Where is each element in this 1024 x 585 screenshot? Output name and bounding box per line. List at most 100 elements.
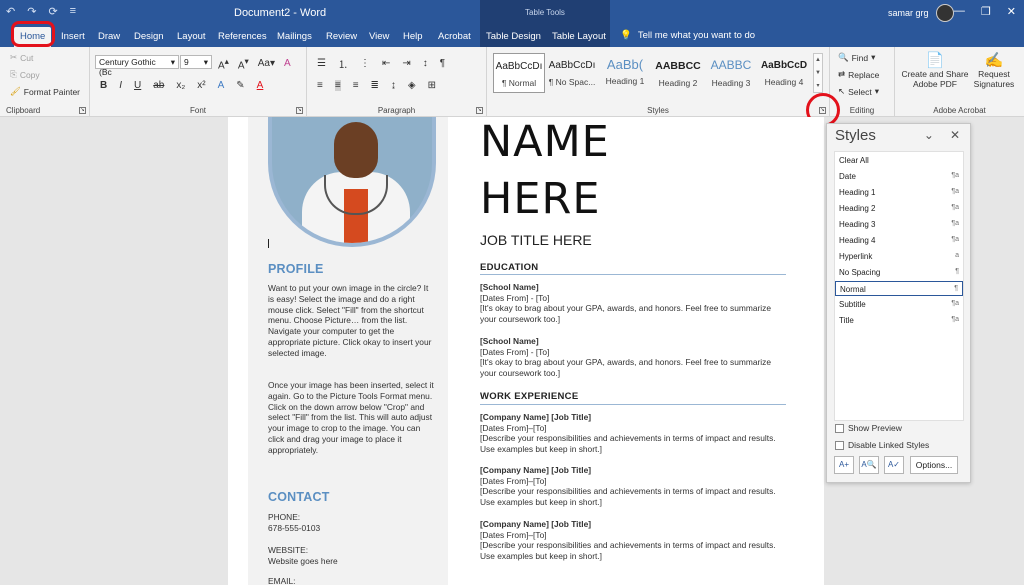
font-color-icon[interactable]: A	[257, 80, 264, 91]
options-button[interactable]: Options...	[910, 456, 958, 474]
underline-icon[interactable]: U	[134, 80, 141, 91]
tell-me-search[interactable]: 💡 Tell me what you want to do	[620, 30, 755, 41]
tab-table-layout[interactable]: Table Layout	[552, 31, 606, 42]
shrink-font-icon[interactable]: A▾	[238, 56, 249, 71]
align-left-icon[interactable]: ≡	[317, 80, 323, 91]
style-normal[interactable]: AaBbCcDı ¶ Normal	[493, 53, 545, 93]
work-experience-heading[interactable]: WORK EXPERIENCE	[480, 391, 578, 402]
redo-icon[interactable]: ↷	[27, 5, 36, 18]
style-list-item-title[interactable]: Title ¶a	[835, 313, 963, 328]
phone-label[interactable]: PHONE:	[268, 512, 300, 523]
user-name[interactable]: samar grg	[888, 8, 929, 18]
new-style-button[interactable]: A+	[834, 456, 854, 474]
contact-heading[interactable]: CONTACT	[268, 490, 330, 504]
sort-icon[interactable]: ↕	[423, 58, 428, 69]
clear-formatting-icon[interactable]: A	[284, 58, 291, 69]
find-button[interactable]: 🔍 Find ▾	[838, 52, 875, 63]
style-list-item-subtitle[interactable]: Subtitle ¶a	[835, 297, 963, 312]
minimize-icon[interactable]: —	[954, 5, 965, 18]
style-list-item-normal[interactable]: Normal ¶	[835, 281, 963, 296]
name-line-2[interactable]: HERE	[480, 174, 601, 224]
work-entry[interactable]: [Company Name] [Job Title] [Dates From]–…	[480, 519, 780, 561]
request-signatures-button[interactable]: ✍ Request Signatures	[969, 51, 1019, 89]
name-line-1[interactable]: NAME	[480, 117, 610, 167]
education-heading[interactable]: EDUCATION	[480, 262, 538, 273]
align-center-icon[interactable]: ≡	[334, 80, 341, 91]
replace-button[interactable]: ⇄ Replace	[838, 69, 879, 80]
style-list-item-heading-1[interactable]: Heading 1 ¶a	[835, 185, 963, 200]
tab-acrobat[interactable]: Acrobat	[438, 31, 471, 42]
format-painter-button[interactable]: 🖌 Format Painter	[10, 86, 80, 97]
style-heading-1[interactable]: AaBb( Heading 1	[599, 53, 651, 93]
email-label[interactable]: EMAIL:	[268, 576, 295, 585]
align-right-icon[interactable]: ≡	[353, 80, 359, 91]
numbering-icon[interactable]: ⒈	[338, 56, 348, 71]
education-entry[interactable]: [School Name] [Dates From] - [To] [It's …	[480, 336, 780, 378]
highlight-icon[interactable]: ✎	[236, 80, 244, 91]
tab-table-design[interactable]: Table Design	[486, 31, 541, 42]
decrease-indent-icon[interactable]: ⇤	[382, 58, 390, 69]
style-list-item-hyperlink[interactable]: Hyperlink a	[835, 249, 963, 264]
manage-styles-button[interactable]: A✓	[884, 456, 904, 474]
style-no-spacing[interactable]: AaBbCcDı ¶ No Spac...	[546, 53, 598, 93]
copy-button[interactable]: ⎘ Copy	[10, 69, 40, 80]
job-title[interactable]: JOB TITLE HERE	[480, 232, 592, 248]
multilevel-list-icon[interactable]: ⋮	[360, 58, 370, 69]
style-list-item-no-spacing[interactable]: No Spacing ¶	[835, 265, 963, 280]
text-effects-icon[interactable]: A	[218, 80, 225, 91]
style-list-item-clear-all[interactable]: Clear All	[835, 153, 963, 168]
close-icon[interactable]: ✕	[1007, 5, 1016, 18]
profile-heading[interactable]: PROFILE	[268, 262, 324, 276]
style-heading-3[interactable]: AABBC Heading 3	[705, 53, 757, 93]
disable-linked-styles-checkbox[interactable]: Disable Linked Styles	[835, 440, 929, 450]
customize-toolbar-icon[interactable]: ≡	[70, 5, 76, 18]
bold-icon[interactable]: B	[100, 80, 107, 91]
styles-gallery-scroll[interactable]: ▲ ▼ ▾	[813, 53, 823, 93]
work-entry[interactable]: [Company Name] [Job Title] [Dates From]–…	[480, 412, 780, 454]
profile-paragraph-1[interactable]: Want to put your own image in the circle…	[268, 283, 434, 359]
work-entry[interactable]: [Company Name] [Job Title] [Dates From]–…	[480, 465, 780, 507]
profile-paragraph-2[interactable]: Once your image has been inserted, selec…	[268, 380, 434, 456]
font-family-select[interactable]: Century Gothic (Bc ▾	[95, 55, 179, 77]
style-heading-4[interactable]: AaBbCcD Heading 4	[758, 53, 810, 93]
bullets-icon[interactable]: ☰	[317, 58, 326, 69]
grow-font-icon[interactable]: A▴	[218, 56, 229, 71]
undo-icon[interactable]: ↶	[6, 5, 15, 18]
restore-icon[interactable]: ❐	[981, 5, 991, 18]
strikethrough-icon[interactable]: ab	[153, 80, 164, 91]
style-list-item-heading-2[interactable]: Heading 2 ¶a	[835, 201, 963, 216]
clipboard-launcher-icon[interactable]: ↘	[79, 107, 86, 114]
tab-review[interactable]: Review	[326, 31, 357, 42]
tab-mailings[interactable]: Mailings	[277, 31, 312, 42]
shading-icon[interactable]: ◈	[408, 80, 416, 91]
create-pdf-button[interactable]: 📄 Create and Share Adobe PDF	[901, 51, 969, 89]
style-list-item-date[interactable]: Date ¶a	[835, 169, 963, 184]
borders-icon[interactable]: ⊞	[428, 80, 436, 91]
tab-references[interactable]: References	[218, 31, 267, 42]
style-heading-2[interactable]: AABBCC Heading 2	[652, 53, 704, 93]
justify-icon[interactable]: ≣	[371, 80, 379, 91]
paragraph-launcher-icon[interactable]: ↘	[476, 107, 483, 114]
show-marks-icon[interactable]: ¶	[440, 58, 445, 69]
tab-draw[interactable]: Draw	[98, 31, 120, 42]
italic-icon[interactable]: I	[119, 80, 122, 91]
phone-value[interactable]: 678-555-0103	[268, 523, 320, 534]
select-button[interactable]: ↖ Select ▾	[838, 86, 879, 97]
tab-layout[interactable]: Layout	[177, 31, 206, 42]
font-launcher-icon[interactable]: ↘	[296, 107, 303, 114]
line-spacing-icon[interactable]: ↨	[391, 80, 396, 91]
tab-view[interactable]: View	[369, 31, 389, 42]
style-list-item-heading-4[interactable]: Heading 4 ¶a	[835, 233, 963, 248]
change-case-icon[interactable]: Aa▾	[258, 58, 275, 69]
style-list-item-heading-3[interactable]: Heading 3 ¶a	[835, 217, 963, 232]
autosave-icon[interactable]: ⟳	[48, 5, 57, 18]
subscript-icon[interactable]: x₂	[176, 80, 185, 91]
chevron-down-icon[interactable]: ⌄	[924, 128, 934, 142]
tab-design[interactable]: Design	[134, 31, 164, 42]
website-value[interactable]: Website goes here	[268, 556, 338, 567]
show-preview-checkbox[interactable]: Show Preview	[835, 423, 902, 433]
increase-indent-icon[interactable]: ⇥	[402, 58, 410, 69]
style-inspector-button[interactable]: A🔍	[859, 456, 879, 474]
education-entry[interactable]: [School Name] [Dates From] - [To] [It's …	[480, 282, 780, 324]
tab-help[interactable]: Help	[403, 31, 423, 42]
